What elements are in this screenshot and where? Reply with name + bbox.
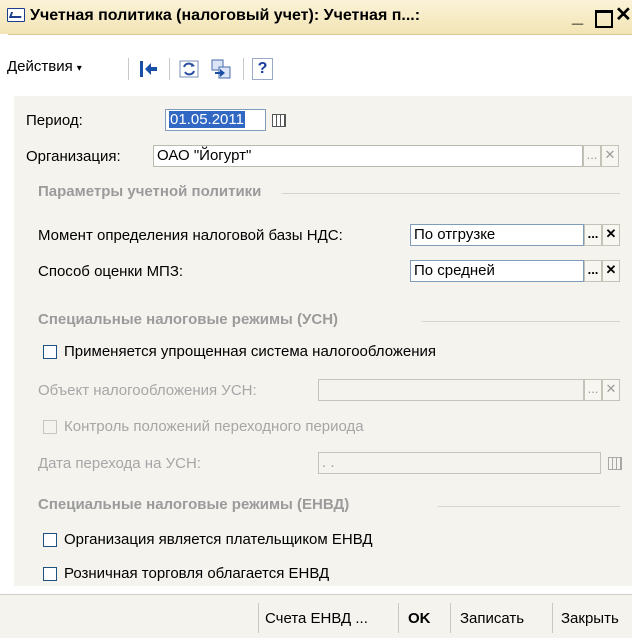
section-divider [438, 506, 620, 507]
mpz-method-clear-button[interactable]: ✕ [602, 260, 620, 282]
footer-separator [398, 603, 399, 633]
organization-label: Организация: [26, 148, 121, 165]
copy-structure-icon[interactable] [210, 58, 232, 80]
envd-retail-label: Розничная торговля облагается ЕНВД [64, 565, 330, 582]
usn-applied-checkbox[interactable] [43, 345, 57, 359]
usn-date-input[interactable]: . . [318, 452, 601, 474]
dropdown-arrow-icon: ▾ [76, 63, 82, 74]
organization-select-button[interactable]: ... [583, 145, 601, 167]
save-button[interactable]: Записать [460, 610, 524, 627]
organization-clear-button[interactable]: ✕ [601, 145, 619, 167]
usn-applied-label: Применяется упрощенная система налогообл… [64, 343, 437, 360]
envd-payer-label: Организация является плательщиком ЕНВД [64, 531, 373, 548]
actions-menu-button[interactable]: Действия ▾ [7, 58, 82, 75]
window-left-edge [0, 34, 8, 637]
move-to-arrow-icon[interactable] [137, 58, 159, 80]
actions-menu-label: Действия [7, 58, 73, 75]
calendar-icon[interactable] [272, 114, 286, 127]
period-value: 01.05.2011 [169, 111, 245, 128]
usn-object-label: Объект налогообложения УСН: [38, 382, 257, 399]
footer-separator [552, 603, 553, 633]
usn-date-calendar-icon[interactable] [608, 457, 622, 470]
minimize-button[interactable]: _ [572, 6, 583, 26]
help-icon[interactable]: ? [252, 58, 273, 80]
window-title: Учетная политика (налоговый учет): Учетн… [30, 7, 421, 24]
organization-input[interactable]: ОАО "Йогурт" [153, 145, 583, 167]
close-button[interactable]: Закрыть [561, 610, 619, 627]
window-title-bar[interactable]: Учетная политика (налоговый учет): Учетн… [0, 0, 632, 35]
toolbar: Действия ▾ ? [0, 55, 632, 89]
close-window-button[interactable]: ✕ [615, 5, 632, 25]
envd-accounts-button[interactable]: Счета ЕНВД ... [265, 610, 368, 627]
envd-payer-checkbox[interactable] [43, 533, 57, 547]
vat-moment-input[interactable]: По отгрузке [410, 224, 584, 246]
period-label: Период: [26, 112, 83, 129]
vat-moment-clear-button[interactable]: ✕ [602, 224, 620, 246]
help-glyph: ? [257, 60, 268, 77]
usn-object-input[interactable] [318, 379, 584, 401]
usn-date-label: Дата перехода на УСН: [38, 455, 201, 472]
envd-retail-checkbox[interactable] [43, 567, 57, 581]
footer-separator [450, 603, 451, 633]
section-divider [422, 321, 620, 322]
usn-object-select-button[interactable]: ... [584, 379, 602, 401]
usn-object-clear-button[interactable]: ✕ [602, 379, 620, 401]
section-title-usn: Специальные налоговые режимы (УСН) [38, 311, 339, 328]
refresh-icon[interactable] [178, 58, 200, 80]
toolbar-separator [243, 58, 244, 80]
transition-control-label: Контроль положений переходного периода [64, 418, 364, 435]
section-title-envd: Специальные налоговые режимы (ЕНВД) [38, 496, 350, 513]
mpz-method-input[interactable]: По средней [410, 260, 584, 282]
period-input[interactable]: 01.05.2011 [165, 109, 266, 131]
transition-control-checkbox[interactable] [43, 420, 57, 434]
footer-separator [258, 603, 259, 633]
toolbar-separator [169, 58, 170, 80]
section-title-params: Параметры учетной политики [38, 183, 262, 200]
section-divider [282, 193, 620, 194]
vat-moment-select-button[interactable]: ... [584, 224, 602, 246]
ok-button[interactable]: OK [408, 610, 431, 627]
mpz-method-select-button[interactable]: ... [584, 260, 602, 282]
mpz-method-label: Способ оценки МПЗ: [38, 263, 184, 280]
toolbar-separator [128, 58, 129, 80]
form-window-icon [7, 8, 25, 22]
maximize-button[interactable] [595, 10, 613, 28]
vat-moment-label: Момент определения налоговой базы НДС: [38, 227, 343, 244]
